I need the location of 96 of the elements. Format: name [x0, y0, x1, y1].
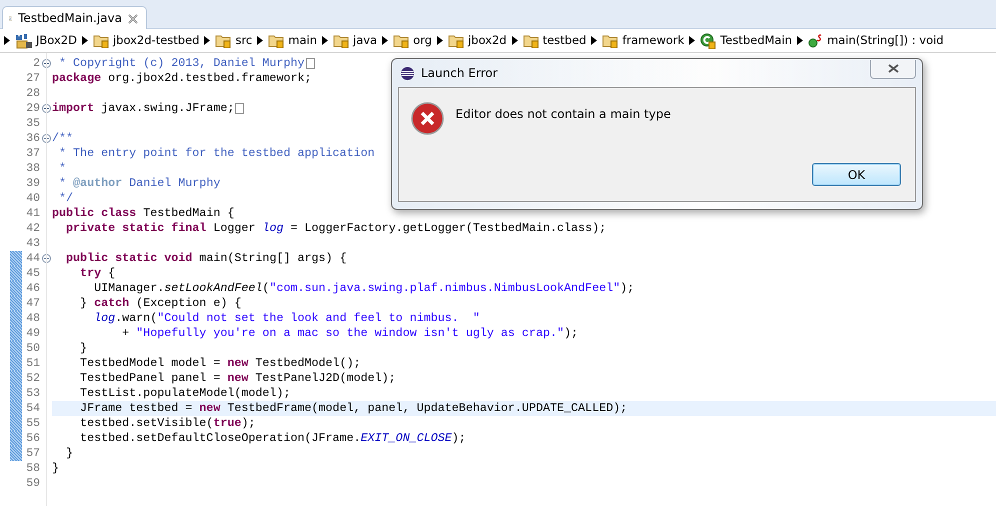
code-line: private static final Logger log = LoggerFactory.getLogger(TestbedMain.class); [65, 221, 606, 236]
folder-icon [215, 34, 232, 48]
separator-arrow-icon [797, 36, 804, 45]
code-line: TestbedModel model = new TestbedModel(); [79, 356, 361, 371]
code-line: JFrame testbed = new TestbedFrame(model, panel, UpdateBehavior.UPDATE_CALLED); [79, 401, 628, 416]
line-number: 28 [25, 86, 40, 101]
code-line: testbed.setDefaultCloseOperation(JFrame.EXIT_ON_CLOSE); [79, 431, 466, 446]
code-line: * [58, 161, 66, 176]
editor-tab[interactable]: TestbedMain.java [2, 6, 147, 29]
folder-icon [393, 34, 410, 48]
code-line: package org.jbox2d.testbed.framework; [52, 71, 312, 86]
separator-arrow-icon [257, 36, 264, 45]
separator-arrow-icon [591, 36, 598, 45]
code-line: public static void main(String[] args) { [65, 251, 347, 266]
line-number: 43 [25, 236, 40, 251]
breadcrumb-item[interactable]: TestbedMain [700, 32, 792, 50]
breadcrumb-item[interactable]: framework [602, 32, 684, 50]
line-number: 27 [25, 71, 40, 86]
project-icon [15, 32, 33, 48]
line-number: 35 [25, 116, 40, 131]
breadcrumb-item[interactable]: main [268, 32, 317, 50]
line-number: 39 [25, 176, 40, 191]
folded-code-icon[interactable] [235, 103, 244, 114]
folder-icon [602, 34, 620, 48]
close-icon [888, 64, 898, 73]
error-message: Editor does not contain a main type [456, 106, 671, 123]
folder-icon [522, 34, 540, 48]
line-number: 54 [25, 401, 40, 416]
line-number: 44 [25, 251, 40, 266]
line-number: 2 [32, 56, 40, 71]
separator-arrow-icon [204, 36, 210, 45]
code-line: } [79, 341, 88, 356]
line-number: 41 [25, 206, 40, 221]
line-number: 56 [25, 431, 40, 446]
code-line: public class TestbedMain { [52, 206, 234, 221]
code-line: testbed.setVisible(true); [79, 416, 256, 431]
breadcrumb-item[interactable]: testbed [522, 32, 586, 50]
code-line: * The entry point for the testbed application [58, 146, 375, 161]
line-number: 49 [25, 326, 40, 341]
breadcrumb-item[interactable]: JBox2D [15, 32, 77, 50]
code-line: * Copyright (c) 2013, Daniel Murphy [58, 56, 304, 71]
folded-code-icon[interactable] [306, 58, 314, 69]
ok-button[interactable]: OK [812, 163, 901, 186]
line-number: 50 [25, 341, 40, 356]
line-number: 46 [25, 281, 40, 296]
error-icon [411, 102, 444, 135]
code-line: log.warn("Could not set the look and feel to nimbus. " [93, 311, 480, 326]
app-logo-icon [400, 66, 415, 80]
code-line: */ [58, 191, 74, 206]
line-number: 45 [25, 266, 40, 281]
line-number: 47 [25, 296, 40, 311]
breadcrumb-item[interactable]: src [215, 32, 252, 50]
line-number: 53 [25, 386, 40, 401]
line-number: 58 [25, 461, 40, 476]
line-number: 57 [25, 446, 40, 461]
dialog-title: Launch Error [421, 65, 498, 82]
code-line: } [52, 461, 60, 476]
separator-arrow-icon [322, 36, 328, 45]
code-line: /** [52, 131, 74, 146]
code-line: TestList.populateModel(model); [79, 386, 290, 401]
folder-icon [92, 34, 110, 48]
code-line: * @author Daniel Murphy [58, 176, 220, 191]
line-number: 59 [25, 476, 40, 491]
code-line: try { [79, 266, 116, 281]
code-line: import javax.swing.JFrame; [52, 101, 234, 116]
code-line: + "Hopefully you're on a mac so the window isn't ugly as crap."); [121, 326, 578, 341]
folder-icon [268, 34, 286, 48]
separator-arrow-icon [4, 36, 10, 45]
breadcrumb-item[interactable]: jbox2d [448, 32, 507, 50]
folder-icon [333, 34, 350, 48]
line-number: 52 [25, 371, 40, 386]
line-number: 48 [25, 311, 40, 326]
line-number: 42 [25, 221, 40, 236]
code-line: } catch (Exception e) { [79, 296, 242, 311]
code-line: UIManager.setLookAndFeel("com.sun.java.swing.plaf.nimbus.NimbusLookAndFeel"); [93, 281, 634, 296]
line-number: 37 [25, 146, 40, 161]
close-button[interactable] [870, 60, 916, 78]
breadcrumb-item[interactable]: java [333, 32, 378, 50]
code-line: TestbedPanel panel = new TestPanelJ2D(model); [79, 371, 396, 386]
line-number: 55 [25, 416, 40, 431]
breadcrumb-item[interactable]: jbox2d-testbed [92, 32, 200, 50]
line-number: 38 [25, 161, 40, 176]
separator-arrow-icon [82, 36, 88, 45]
separator-arrow-icon [436, 36, 443, 45]
separator-arrow-icon [512, 36, 518, 45]
folder-icon [448, 34, 465, 48]
separator-arrow-icon [689, 36, 696, 45]
line-number: 36 [25, 131, 40, 146]
line-number: 51 [25, 356, 40, 371]
code-line: } [65, 446, 74, 461]
separator-arrow-icon [382, 36, 388, 45]
breadcrumb-item[interactable]: main(String[]) : void [808, 32, 944, 50]
line-number: 40 [25, 191, 40, 206]
class-icon [700, 32, 718, 48]
line-number: 29 [25, 101, 40, 116]
breadcrumb-item[interactable]: org [393, 32, 432, 50]
